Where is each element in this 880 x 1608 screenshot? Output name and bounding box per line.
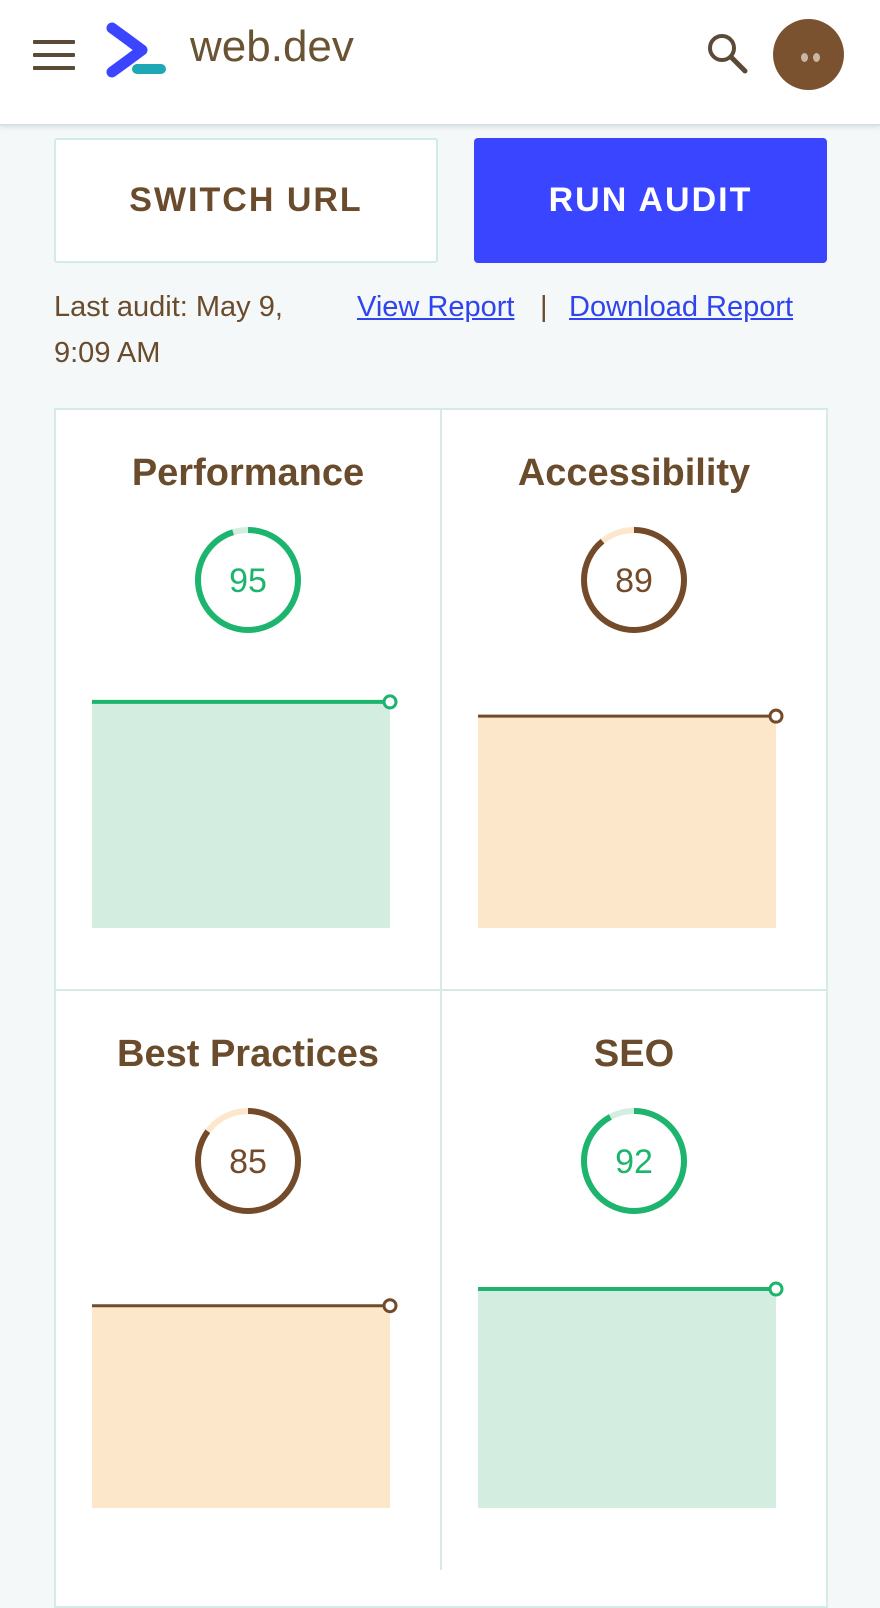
accessibility-score-gauge: 89 bbox=[581, 527, 687, 633]
performance-score-history-chart bbox=[92, 694, 398, 928]
seo-score-history-chart bbox=[478, 1281, 784, 1508]
switch-url-button[interactable]: SWITCH URL bbox=[54, 138, 438, 263]
accessibility-score-history-chart bbox=[478, 708, 784, 928]
best-practices-score-value: 85 bbox=[229, 1143, 267, 1181]
performance-card-title: Performance bbox=[131, 452, 365, 494]
chart-point bbox=[768, 708, 784, 724]
seo-score-value: 92 bbox=[615, 1143, 653, 1181]
chart-area bbox=[478, 716, 776, 928]
accessibility-card-title: Accessibility bbox=[517, 452, 751, 494]
best-practices-score-history-chart bbox=[92, 1298, 398, 1508]
accessibility-score-value: 89 bbox=[615, 562, 653, 600]
grid-divider-horizontal bbox=[56, 989, 826, 991]
top-app-bar: web.dev bbox=[0, 0, 880, 126]
link-separator: | bbox=[540, 291, 548, 323]
chart-point bbox=[768, 1281, 784, 1297]
download-report-link[interactable]: Download Report bbox=[569, 284, 793, 330]
performance-score-gauge: 95 bbox=[195, 527, 301, 633]
best-practices-card-title: Best Practices bbox=[117, 1033, 379, 1075]
chart-area bbox=[92, 1305, 390, 1508]
search-icon[interactable] bbox=[704, 30, 750, 76]
seo-score-gauge: 92 bbox=[581, 1108, 687, 1214]
web-dev-chevron-logo-icon[interactable] bbox=[106, 22, 170, 78]
view-report-link[interactable]: View Report bbox=[357, 284, 514, 330]
best-practices-score-gauge: 85 bbox=[195, 1108, 301, 1214]
chart-area bbox=[92, 701, 390, 928]
site-logo-text[interactable]: web.dev bbox=[190, 22, 354, 72]
chart-area bbox=[478, 1289, 776, 1508]
chart-point bbox=[382, 1298, 398, 1314]
user-avatar-icon[interactable] bbox=[773, 19, 844, 90]
run-audit-button[interactable]: RUN AUDIT bbox=[474, 138, 827, 263]
seo-card-title: SEO bbox=[593, 1033, 675, 1075]
hamburger-menu-icon[interactable] bbox=[33, 40, 75, 70]
performance-score-value: 95 bbox=[229, 562, 267, 600]
last-audit-text: Last audit: May 9, 9:09 AM bbox=[54, 291, 283, 369]
chart-point bbox=[382, 694, 398, 710]
